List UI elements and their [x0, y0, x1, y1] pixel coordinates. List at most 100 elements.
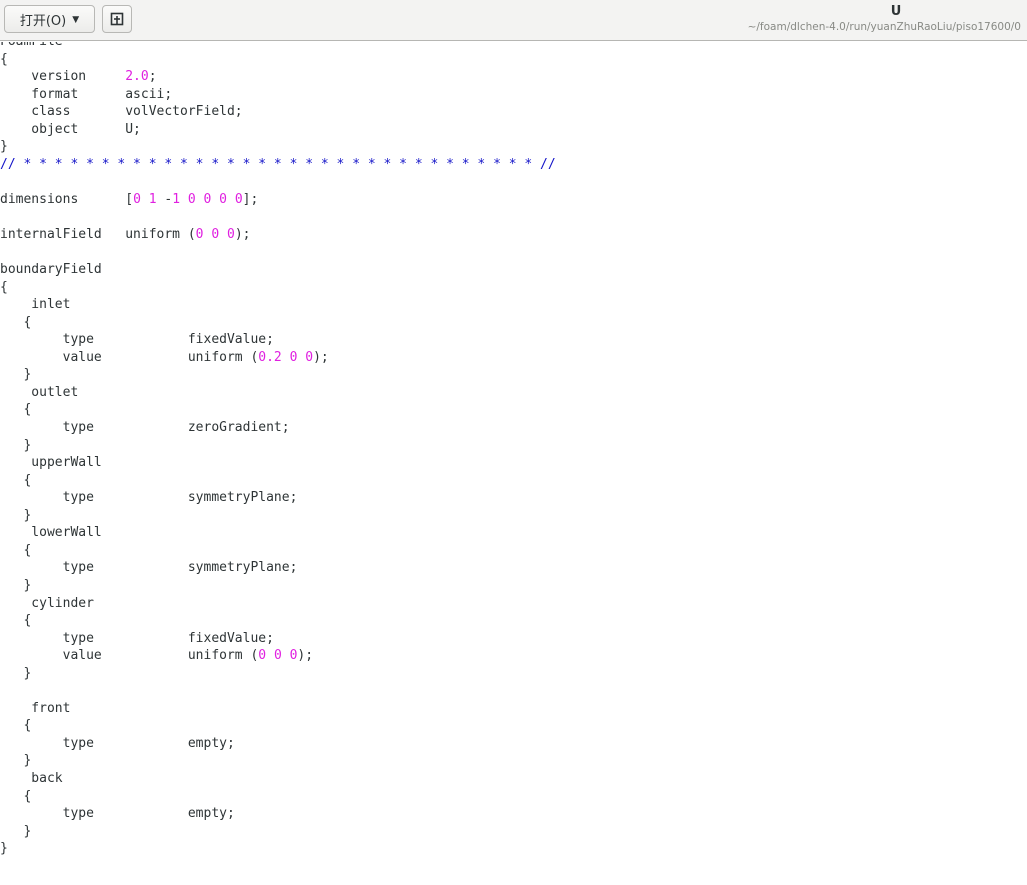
- code-text: dimensions [: [0, 191, 134, 207]
- code-line: dimensions [0 1 -1 0 0 0 0];: [0, 191, 556, 209]
- code-line: }: [0, 823, 556, 841]
- code-text: }: [0, 437, 32, 453]
- code-text: }: [0, 753, 32, 769]
- code-line: back: [0, 770, 556, 788]
- code-line: }: [0, 138, 556, 156]
- code-text: }: [0, 577, 32, 593]
- code-text: }: [0, 841, 8, 857]
- code-text: }: [0, 823, 32, 839]
- code-line: type zeroGradient;: [0, 419, 556, 437]
- code-text: format ascii;: [0, 86, 173, 102]
- code-text: type fixedValue;: [0, 332, 274, 348]
- code-line: boundaryField: [0, 261, 556, 279]
- code-line: {: [0, 51, 556, 69]
- code-text: value uniform (: [0, 648, 259, 664]
- code-text: ;: [148, 69, 157, 85]
- file-path: ~/foam/dlchen-4.0/run/yuanZhuRaoLiu/piso…: [747, 21, 1021, 33]
- code-line: }: [0, 665, 556, 683]
- number-literal: 0: [133, 191, 141, 207]
- number-literal: 0: [187, 191, 196, 207]
- code-text: {: [0, 472, 32, 488]
- code-line: upperWall: [0, 454, 556, 472]
- code-text: front: [0, 700, 71, 716]
- code-line: FoamFile: [0, 42, 556, 51]
- code-text: lowerWall: [0, 525, 102, 541]
- code-line: lowerWall: [0, 524, 556, 542]
- code-text: {: [0, 542, 32, 558]
- code-text: {: [0, 718, 32, 734]
- code-line: value uniform (0.2 0 0);: [0, 349, 556, 367]
- code-text: type empty;: [0, 735, 235, 751]
- code-text: type symmetryPlane;: [0, 560, 298, 576]
- code-line: version 2.0;: [0, 68, 556, 86]
- code-text: );: [234, 227, 251, 243]
- number-literal: 0: [226, 227, 235, 243]
- open-button-label: 打开(O): [19, 13, 67, 29]
- code-line: front: [0, 700, 556, 718]
- code-line: class volVectorField;: [0, 103, 556, 121]
- code-text: {: [0, 613, 32, 629]
- comment-text: // * * * * * * * * * * * * * * * * * * *…: [0, 156, 556, 172]
- code-line: }: [0, 577, 556, 595]
- code-text: object U;: [0, 121, 141, 137]
- code-text: back: [0, 770, 63, 786]
- code-line: }: [0, 507, 556, 525]
- code-line: type fixedValue;: [0, 331, 556, 349]
- code-text: inlet: [0, 297, 71, 313]
- number-literal: 0: [195, 227, 204, 243]
- code-text: class volVectorField;: [0, 104, 243, 120]
- code-text: value uniform (: [0, 349, 259, 365]
- code-text: type symmetryPlane;: [0, 490, 298, 506]
- code-text: }: [0, 665, 32, 681]
- code-line: type empty;: [0, 805, 556, 823]
- code-line: inlet: [0, 296, 556, 314]
- code-text: }: [0, 139, 8, 155]
- code-line: object U;: [0, 121, 556, 139]
- new-tab-button[interactable]: [102, 5, 132, 33]
- window-title: U: [890, 4, 902, 19]
- open-button[interactable]: 打开(O) ▼: [4, 5, 95, 33]
- code-content: FoamFile { version 2.0; format ascii; cla…: [0, 42, 556, 858]
- code-line: }: [0, 366, 556, 384]
- code-line: {: [0, 314, 556, 332]
- code-text: boundaryField: [0, 262, 102, 278]
- number-literal: 0: [273, 648, 282, 664]
- code-text: type zeroGradient;: [0, 420, 290, 436]
- code-line: type symmetryPlane;: [0, 559, 556, 577]
- number-literal: 0: [305, 349, 314, 365]
- code-line: outlet: [0, 384, 556, 402]
- code-line: {: [0, 279, 556, 297]
- code-text: type fixedValue;: [0, 630, 274, 646]
- number-literal: 1: [148, 191, 157, 207]
- code-line: {: [0, 401, 556, 419]
- code-text: {: [0, 314, 32, 330]
- code-text: {: [0, 788, 32, 804]
- code-text: }: [0, 507, 32, 523]
- number-literal: 0: [211, 227, 220, 243]
- code-text: {: [0, 51, 8, 67]
- code-text: type empty;: [0, 806, 235, 822]
- code-line: {: [0, 717, 556, 735]
- code-text: upperWall: [0, 455, 102, 471]
- chevron-down-icon: ▼: [72, 14, 80, 25]
- code-text: outlet: [0, 384, 79, 400]
- number-literal: 2.0: [125, 69, 149, 85]
- code-line: {: [0, 612, 556, 630]
- code-line: {: [0, 472, 556, 490]
- code-line: }: [0, 437, 556, 455]
- code-text: {: [0, 279, 8, 295]
- text-editor[interactable]: FoamFile { version 2.0; format ascii; cla…: [0, 42, 1027, 885]
- code-line: type empty;: [0, 735, 556, 753]
